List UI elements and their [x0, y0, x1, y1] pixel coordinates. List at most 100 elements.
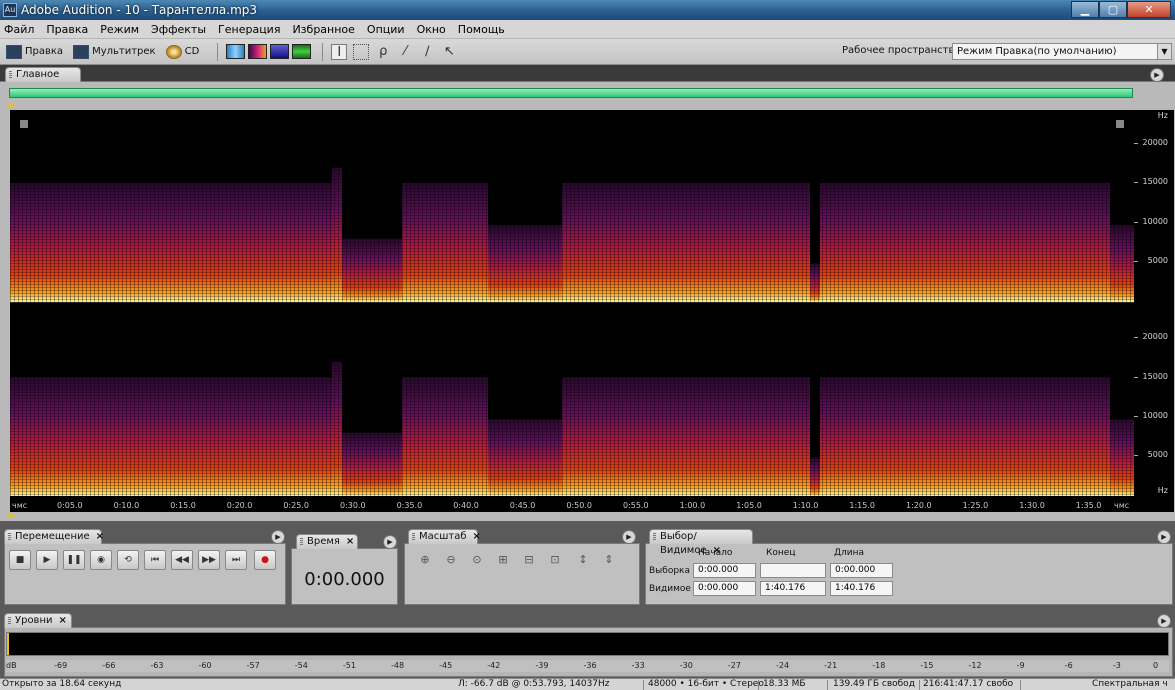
- tab-levels[interactable]: Уровни ×: [4, 613, 72, 628]
- workspace-dropdown[interactable]: Режим Правка(по умолчанию) ▼: [952, 43, 1172, 60]
- spectral-view-button[interactable]: [248, 44, 268, 59]
- play-icon: ▶: [43, 555, 51, 565]
- close-button[interactable]: ✕: [1127, 1, 1171, 18]
- zoom-out-vertical-icon[interactable]: ⇕: [601, 552, 617, 568]
- menu-options[interactable]: Опции: [367, 23, 405, 36]
- playhead-bottom-marker-icon[interactable]: [7, 512, 15, 518]
- selection-end-field[interactable]: [760, 563, 826, 578]
- close-tab-icon[interactable]: ×: [346, 536, 354, 547]
- close-tab-icon[interactable]: ×: [713, 545, 721, 556]
- hz-tick: [1134, 455, 1138, 456]
- tab-zoom[interactable]: Масштаб ×: [408, 529, 481, 544]
- zoom-in-left-icon[interactable]: ⊞: [495, 552, 511, 568]
- zoom-to-selection-icon[interactable]: ⊡: [547, 552, 563, 568]
- zoom-in-right-icon[interactable]: ⊟: [521, 552, 537, 568]
- zoom-out-full-icon[interactable]: ⊙: [469, 552, 485, 568]
- multitrack-label: Мультитрек: [92, 46, 156, 57]
- menu-help[interactable]: Помощь: [458, 23, 505, 36]
- audition-app-icon: Au: [3, 3, 17, 17]
- panel-menu-icon[interactable]: ▶: [383, 535, 397, 549]
- minimize-button[interactable]: ▁: [1071, 1, 1099, 18]
- panel-menu-icon[interactable]: ▶: [1157, 530, 1171, 544]
- marquee-tool-icon[interactable]: [353, 43, 370, 60]
- edit-view-button[interactable]: Правка: [6, 44, 63, 59]
- scrub-tool-icon[interactable]: ↖: [441, 44, 457, 60]
- tab-transport[interactable]: Перемещение ×: [4, 529, 104, 544]
- meter-scale-label: -9: [1016, 661, 1025, 670]
- record-button[interactable]: ●: [254, 550, 276, 570]
- play-button[interactable]: ▶: [36, 550, 58, 570]
- panel-grip-icon: [300, 538, 303, 546]
- maximize-button[interactable]: ▢: [1099, 1, 1127, 18]
- view-start-field[interactable]: 0:00.000: [693, 581, 756, 596]
- menu-edit[interactable]: Правка: [46, 23, 88, 36]
- zoom-corner-left-icon[interactable]: [20, 120, 28, 128]
- go-to-start-button[interactable]: ⏮: [144, 550, 166, 570]
- multitrack-view-button[interactable]: Мультитрек: [73, 44, 156, 59]
- spectral-texture: [488, 419, 562, 496]
- zoom-out-amplitude-icon[interactable]: ⊖: [443, 552, 459, 568]
- close-tab-icon[interactable]: ×: [59, 615, 67, 626]
- status-bar: Открыто за 18.64 секунд Л: -66.7 dB @ 0:…: [0, 678, 1175, 690]
- tab-main[interactable]: Главное: [5, 67, 81, 82]
- menu-favorites[interactable]: Избранное: [292, 23, 354, 36]
- tab-selection-view[interactable]: Выбор/Видимое ×: [649, 529, 753, 556]
- time-ruler[interactable]: чмс чмс 0:05.0 0:10.0 0:15.0 0:20.0 0:25.0 0:…: [10, 498, 1134, 512]
- spectral-pan-view-button[interactable]: [270, 44, 290, 59]
- zoom-corner-right-icon[interactable]: [1116, 120, 1124, 128]
- cd-view-button[interactable]: CD: [165, 44, 199, 59]
- overview-bar[interactable]: [9, 88, 1133, 98]
- status-divider: [643, 680, 644, 690]
- hz-tick: [1134, 182, 1138, 183]
- close-tab-icon[interactable]: ×: [96, 531, 104, 542]
- tab-time[interactable]: Время ×: [296, 534, 358, 549]
- window-title: Adobe Audition - 10 - Тарантелла.mp3: [21, 3, 258, 17]
- fast-forward-icon: ▶▶: [202, 555, 216, 565]
- menu-generate[interactable]: Генерация: [218, 23, 280, 36]
- stop-button[interactable]: ■: [9, 550, 31, 570]
- panel-menu-icon[interactable]: ▶: [622, 530, 636, 544]
- workspace-label: Рабочее пространство:: [842, 45, 964, 56]
- meter-scale-label: -69: [54, 661, 68, 670]
- spectral-display[interactable]: [10, 110, 1134, 512]
- view-length-field[interactable]: 1:40.176: [830, 581, 893, 596]
- playhead-top-marker-icon[interactable]: [7, 103, 15, 109]
- selection-length-field[interactable]: 0:00.000: [830, 563, 893, 578]
- time-label: 0:25.0: [283, 501, 309, 510]
- menu-file[interactable]: Файл: [4, 23, 34, 36]
- rewind-button[interactable]: ◀◀: [171, 550, 193, 570]
- current-time-display: 0:00.000: [304, 569, 385, 590]
- pause-button[interactable]: ❚❚: [63, 550, 85, 570]
- panel-menu-icon[interactable]: ▶: [1157, 614, 1171, 628]
- panel-menu-icon[interactable]: ▶: [271, 530, 285, 544]
- time-selection-tool-icon[interactable]: I: [331, 43, 348, 60]
- zoom-in-vertical-icon[interactable]: ↕: [575, 552, 591, 568]
- close-tab-icon[interactable]: ×: [473, 531, 481, 542]
- lasso-tool-icon[interactable]: ρ: [375, 44, 391, 60]
- status-divider: [758, 680, 759, 690]
- channel-divider: [10, 302, 1134, 303]
- go-to-end-button[interactable]: ⏭: [225, 550, 247, 570]
- panel-menu-icon[interactable]: ▶: [1150, 68, 1164, 82]
- stop-icon: ■: [15, 555, 25, 565]
- view-end-field[interactable]: 1:40.176: [760, 581, 826, 596]
- tab-zoom-label: Масштаб: [419, 531, 467, 542]
- spectral-phase-view-button[interactable]: [292, 44, 312, 59]
- status-divider: [1020, 680, 1021, 690]
- time-label: 0:35.0: [396, 501, 423, 510]
- time-label: 0:45.0: [509, 501, 536, 510]
- menu-effects[interactable]: Эффекты: [151, 23, 206, 36]
- hz-tick: [1134, 377, 1138, 378]
- loop-button[interactable]: ⟲: [117, 550, 139, 570]
- hz-label-20000-ch2: 20000: [1142, 332, 1168, 341]
- zoom-in-amplitude-icon[interactable]: ⊕: [417, 552, 433, 568]
- waveform-view-button[interactable]: [226, 44, 246, 59]
- status-open-time: Открыто за 18.64 секунд: [2, 679, 122, 689]
- selection-start-field[interactable]: 0:00.000: [693, 563, 756, 578]
- spot-healing-tool-icon[interactable]: ∕: [419, 44, 435, 60]
- fast-forward-button[interactable]: ▶▶: [198, 550, 220, 570]
- menu-window[interactable]: Окно: [417, 23, 446, 36]
- play-to-end-button[interactable]: ◉: [90, 550, 112, 570]
- brush-tool-icon[interactable]: ⁄: [397, 44, 413, 60]
- menu-mode[interactable]: Режим: [100, 23, 139, 36]
